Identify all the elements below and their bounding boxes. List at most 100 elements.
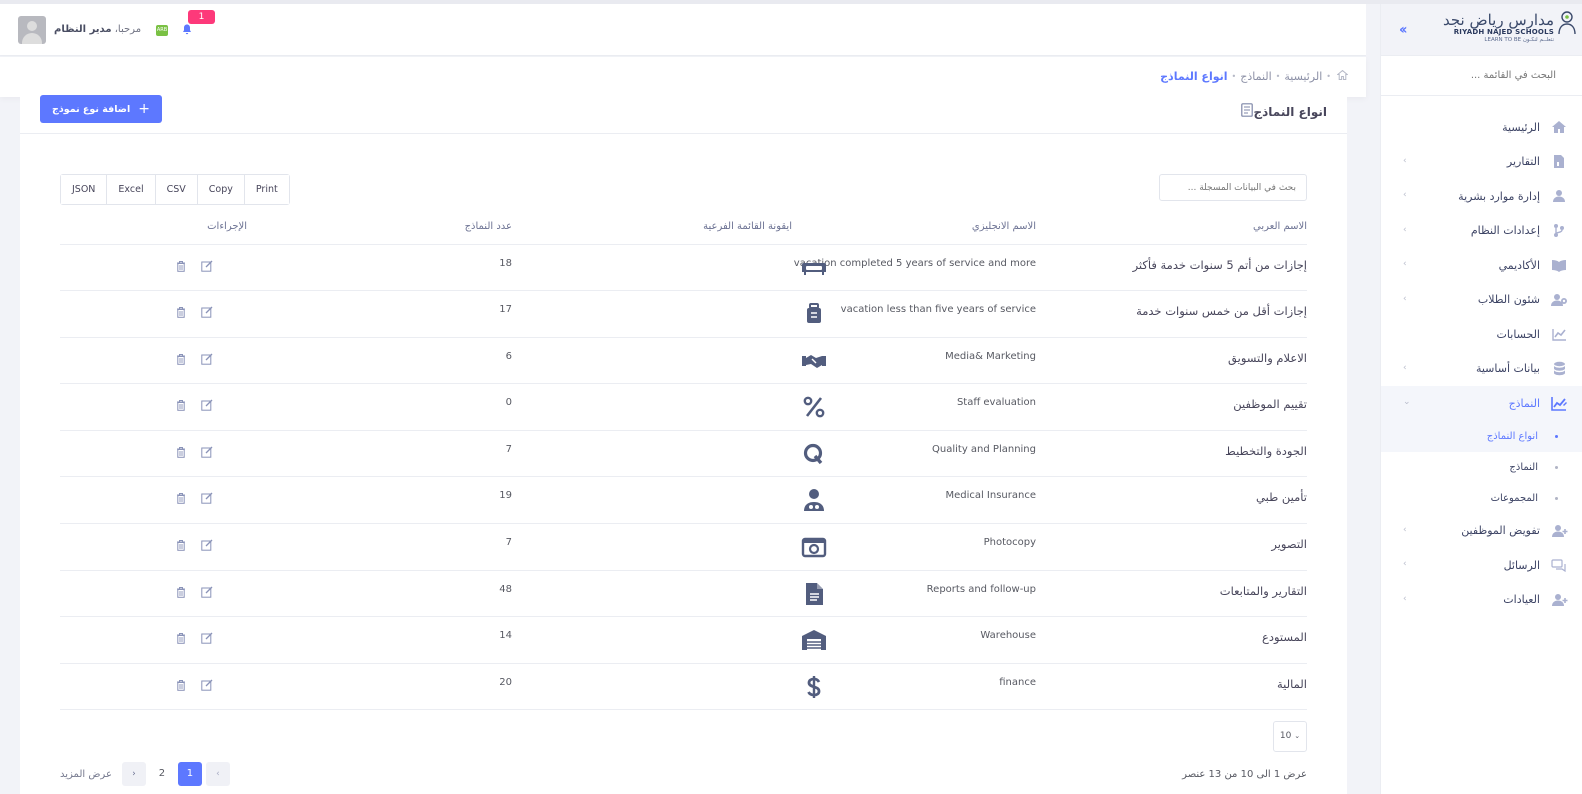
sidebar-menu: الرئيسية ‹ التقارير ‹ إدارة موارد بشرية ‹ إعدا… bbox=[1381, 96, 1582, 617]
sidebar-subitem-1[interactable]: النماذج bbox=[1381, 452, 1582, 483]
edit-icon[interactable] bbox=[201, 632, 213, 644]
sidebar-item-items0[interactable]: الرئيسية bbox=[1381, 110, 1582, 145]
bell-icon[interactable] bbox=[182, 24, 192, 38]
export-excel-button[interactable]: Excel bbox=[107, 175, 156, 204]
trash-icon[interactable] bbox=[175, 492, 187, 505]
breadcrumb-forms[interactable]: النماذج bbox=[1240, 70, 1271, 83]
sidebar-subitem-0[interactable]: انواع النماذج bbox=[1381, 420, 1582, 452]
handshake-icon bbox=[801, 348, 827, 374]
bullet-icon bbox=[1555, 465, 1558, 469]
cell-english-name: Medical Insurance bbox=[792, 476, 1036, 525]
sidebar-search bbox=[1381, 56, 1582, 96]
sidebar-item-items3[interactable]: ‹ إعدادات النظام bbox=[1381, 214, 1582, 249]
home-icon[interactable] bbox=[1336, 69, 1349, 83]
edit-icon[interactable] bbox=[201, 586, 213, 598]
trash-icon[interactable] bbox=[175, 539, 187, 551]
trash-icon[interactable] bbox=[175, 446, 187, 458]
edit-icon[interactable] bbox=[201, 306, 213, 318]
chevron-left-icon: ‹ bbox=[1403, 362, 1407, 373]
subheader: • الرئيسية • النماذج • انواع النماذج bbox=[0, 57, 1366, 97]
avatar[interactable] bbox=[18, 16, 46, 44]
export-csv-button[interactable]: CSV bbox=[155, 175, 198, 204]
sidebar-item-items5[interactable]: ‹ شئون الطلاب bbox=[1381, 283, 1582, 318]
sidebar-item-items8[interactable]: ⌄ النماذج bbox=[1381, 386, 1582, 421]
col-english-name[interactable]: الاسم الانجليزي bbox=[792, 209, 1036, 245]
chevron-left-icon: ‹ bbox=[1403, 259, 1407, 269]
trash-icon[interactable] bbox=[175, 353, 187, 365]
edit-icon[interactable] bbox=[201, 492, 213, 505]
trash-icon[interactable] bbox=[175, 260, 187, 272]
top-header: مرحبا، مدير النظام ARB 1 bbox=[0, 4, 1366, 56]
cell-forms-count: 7 bbox=[247, 430, 512, 478]
portlet-header: انواع النماذج اضافة نوع نموذج + bbox=[20, 95, 1347, 134]
cell-arabic-name: الجودة والتخطيط bbox=[1036, 430, 1307, 478]
chevron-left-icon: ‹ bbox=[1403, 524, 1407, 535]
language-flag-icon[interactable]: ARB bbox=[156, 25, 168, 36]
user-greeting[interactable]: مرحبا، مدير النظام bbox=[54, 24, 141, 35]
chevron-left-icon: ‹ bbox=[1403, 593, 1407, 604]
cell-arabic-name: التصوير bbox=[1036, 523, 1307, 571]
breadcrumb-current[interactable]: انواع النماذج bbox=[1160, 70, 1227, 83]
cell-arabic-name: الاعلام والتسويق bbox=[1036, 337, 1307, 385]
col-submenu-icon[interactable]: ايقونة القائمة الفرعية bbox=[512, 209, 792, 245]
edit-icon[interactable] bbox=[201, 260, 213, 272]
col-forms-count[interactable]: عدد النماذج bbox=[247, 209, 512, 245]
brand-logo[interactable]: مدارس رياض نجد RIYADH NAJED SCHOOLS LEAR… bbox=[1430, 12, 1554, 44]
trash-icon[interactable] bbox=[175, 586, 187, 598]
sidebar-item-items1[interactable]: ‹ التقارير bbox=[1381, 145, 1582, 180]
sidebar-item-items4[interactable]: ‹ الأكاديمي bbox=[1381, 248, 1582, 283]
export-json-button[interactable]: JSON bbox=[61, 175, 108, 204]
sidebar-subitem-2[interactable]: المجموعات bbox=[1381, 483, 1582, 514]
user-icon bbox=[1550, 188, 1568, 204]
sidebar-item-items_after0[interactable]: ‹ تفويض الموظفين bbox=[1381, 514, 1582, 549]
edit-icon[interactable] bbox=[201, 539, 213, 551]
cell-forms-count: 18 bbox=[247, 244, 512, 292]
git-branch-icon bbox=[1550, 223, 1568, 239]
table-search-input[interactable] bbox=[1159, 174, 1307, 201]
print-button[interactable]: Print bbox=[244, 175, 289, 204]
page-1-button[interactable]: 1 bbox=[177, 762, 202, 786]
trash-icon[interactable] bbox=[175, 306, 187, 318]
plus-icon: + bbox=[138, 101, 150, 117]
cell-forms-count: 0 bbox=[247, 383, 512, 431]
table-row: التقارير والمتابعات Reports and follow-u… bbox=[60, 570, 1307, 618]
edit-icon[interactable] bbox=[201, 446, 213, 458]
trash-icon[interactable] bbox=[175, 679, 187, 691]
cell-forms-count: 14 bbox=[247, 616, 512, 664]
line-chart-icon bbox=[1550, 326, 1568, 342]
notification-badge[interactable]: 1 bbox=[188, 10, 215, 24]
sidebar: مدارس رياض نجد RIYADH NAJED SCHOOLS LEAR… bbox=[1380, 4, 1582, 794]
user-name: مدير النظام bbox=[54, 24, 112, 35]
sidebar-item-items_after1[interactable]: ‹ الرسائل bbox=[1381, 548, 1582, 583]
sidebar-collapse-icon[interactable]: ‹‹ bbox=[1399, 22, 1407, 38]
sidebar-item-items6[interactable]: الحسابات bbox=[1381, 317, 1582, 352]
per-page-select[interactable]: 10 ⌄ bbox=[1273, 721, 1307, 752]
cell-arabic-name: المالية bbox=[1036, 663, 1307, 711]
edit-icon[interactable] bbox=[201, 353, 213, 365]
sidebar-item-items7[interactable]: ‹ بيانات أساسية bbox=[1381, 352, 1582, 387]
trash-icon[interactable] bbox=[175, 399, 187, 412]
show-more-link[interactable]: عرض المزيد bbox=[60, 769, 112, 780]
copy-button[interactable]: Copy bbox=[197, 175, 245, 204]
add-form-type-button[interactable]: اضافة نوع نموذج + bbox=[40, 95, 162, 123]
bullet-icon bbox=[1555, 496, 1558, 500]
next-page-icon[interactable]: ‹ bbox=[121, 762, 146, 786]
col-arabic-name[interactable]: الاسم العربي bbox=[1036, 209, 1307, 245]
trash-icon[interactable] bbox=[175, 632, 187, 645]
chart-edit-icon bbox=[1550, 395, 1568, 411]
prev-page-icon[interactable]: › bbox=[205, 762, 230, 786]
sidebar-item-label: بيانات أساسية bbox=[1475, 362, 1540, 376]
chevron-left-icon: ‹ bbox=[1403, 224, 1407, 235]
cell-forms-count: 6 bbox=[247, 337, 512, 385]
sidebar-item-items_after2[interactable]: ‹ العيادات bbox=[1381, 583, 1582, 618]
page-title-text: انواع النماذج bbox=[1253, 104, 1327, 119]
chevron-left-icon: ‹ bbox=[1403, 155, 1407, 166]
edit-icon[interactable] bbox=[201, 679, 213, 691]
breadcrumb-home[interactable]: الرئيسية bbox=[1284, 70, 1322, 83]
sidebar-search-input[interactable] bbox=[1406, 70, 1556, 81]
warehouse-icon bbox=[801, 627, 827, 653]
page-2-button[interactable]: 2 bbox=[150, 762, 174, 786]
brand-name-en: RIYADH NAJED SCHOOLS bbox=[1453, 28, 1554, 36]
edit-icon[interactable] bbox=[201, 399, 213, 411]
sidebar-item-items2[interactable]: ‹ إدارة موارد بشرية bbox=[1381, 179, 1582, 214]
